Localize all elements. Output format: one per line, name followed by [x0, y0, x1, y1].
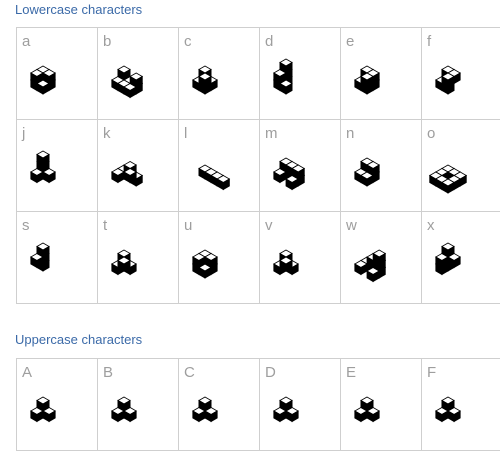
glyph-char-label: d	[265, 33, 274, 50]
glyph-cell[interactable]: a	[17, 28, 98, 120]
glyph-grid-uppercase: A B C D E F	[16, 358, 500, 451]
glyph-char-label: s	[22, 217, 30, 234]
glyph-cell[interactable]: f	[422, 28, 500, 120]
glyph-char-label: e	[346, 33, 355, 50]
glyph-char-label: F	[427, 364, 437, 381]
glyph-char-label: E	[346, 364, 357, 381]
isometric-cube-glyph-t-icon	[100, 242, 170, 298]
isometric-cube-glyph-D-icon	[262, 389, 332, 445]
isometric-cube-glyph-c-icon	[181, 58, 251, 114]
glyph-cell[interactable]: F	[422, 359, 500, 451]
glyph-char-label: m	[265, 125, 278, 142]
glyph-char-label: b	[103, 33, 112, 50]
glyph-cell[interactable]: D	[260, 359, 341, 451]
glyph-char-label: f	[427, 33, 432, 50]
glyph-char-label: l	[184, 125, 188, 142]
isometric-cube-glyph-E-icon	[343, 389, 413, 445]
glyph-grid-lowercase: a b c d e f j k l m n o s t u v w x	[16, 27, 500, 304]
glyph-char-label: C	[184, 364, 195, 381]
isometric-cube-glyph-e-icon	[343, 58, 413, 114]
glyph-cell[interactable]: C	[179, 359, 260, 451]
isometric-cube-glyph-j-icon	[19, 150, 89, 206]
glyph-char-label: t	[103, 217, 108, 234]
isometric-cube-glyph-k-icon	[100, 150, 170, 206]
isometric-cube-glyph-s-icon	[19, 242, 89, 298]
glyph-cell[interactable]: v	[260, 212, 341, 304]
glyph-cell[interactable]: E	[341, 359, 422, 451]
glyph-cell[interactable]: s	[17, 212, 98, 304]
glyph-cell[interactable]: A	[17, 359, 98, 451]
glyph-cell[interactable]: l	[179, 120, 260, 212]
glyph-cell[interactable]: B	[98, 359, 179, 451]
glyph-cell[interactable]: c	[179, 28, 260, 120]
glyph-cell[interactable]: n	[341, 120, 422, 212]
glyph-char-label: a	[22, 33, 31, 50]
isometric-cube-glyph-n-icon	[343, 150, 413, 206]
glyph-char-label: k	[103, 125, 111, 142]
glyph-cell[interactable]: m	[260, 120, 341, 212]
glyph-char-label: o	[427, 125, 436, 142]
glyph-cell[interactable]: w	[341, 212, 422, 304]
section-title-uppercase: Uppercase characters	[15, 332, 143, 347]
isometric-cube-glyph-l-icon	[181, 150, 251, 206]
isometric-cube-glyph-o-icon	[424, 150, 494, 206]
isometric-cube-glyph-A-icon	[19, 389, 89, 445]
glyph-cell[interactable]: j	[17, 120, 98, 212]
isometric-cube-glyph-x-icon	[424, 242, 494, 298]
isometric-cube-glyph-b-icon	[100, 58, 170, 114]
glyph-char-label: u	[184, 217, 193, 234]
isometric-cube-glyph-d-icon	[262, 58, 332, 114]
glyph-cell[interactable]: x	[422, 212, 500, 304]
glyph-cell[interactable]: t	[98, 212, 179, 304]
isometric-cube-glyph-B-icon	[100, 389, 170, 445]
glyph-char-label: v	[265, 217, 273, 234]
glyph-cell[interactable]: o	[422, 120, 500, 212]
section-title-lowercase: Lowercase characters	[15, 2, 143, 17]
isometric-cube-glyph-C-icon	[181, 389, 251, 445]
glyph-char-label: j	[22, 125, 26, 142]
glyph-char-label: x	[427, 217, 435, 234]
isometric-cube-glyph-F-icon	[424, 389, 494, 445]
glyph-char-label: n	[346, 125, 355, 142]
glyph-char-label: w	[346, 217, 357, 234]
glyph-char-label: D	[265, 364, 276, 381]
isometric-cube-glyph-a-icon	[19, 58, 89, 114]
glyph-char-label: B	[103, 364, 114, 381]
glyph-char-label: A	[22, 364, 33, 381]
glyph-cell[interactable]: u	[179, 212, 260, 304]
glyph-cell[interactable]: d	[260, 28, 341, 120]
isometric-cube-glyph-v-icon	[262, 242, 332, 298]
isometric-cube-glyph-f-icon	[424, 58, 494, 114]
glyph-cell[interactable]: k	[98, 120, 179, 212]
glyph-char-label: c	[184, 33, 192, 50]
isometric-cube-glyph-m-icon	[262, 150, 332, 206]
isometric-cube-glyph-u-icon	[181, 242, 251, 298]
glyph-cell[interactable]: e	[341, 28, 422, 120]
isometric-cube-glyph-w-icon	[343, 242, 413, 298]
glyph-cell[interactable]: b	[98, 28, 179, 120]
